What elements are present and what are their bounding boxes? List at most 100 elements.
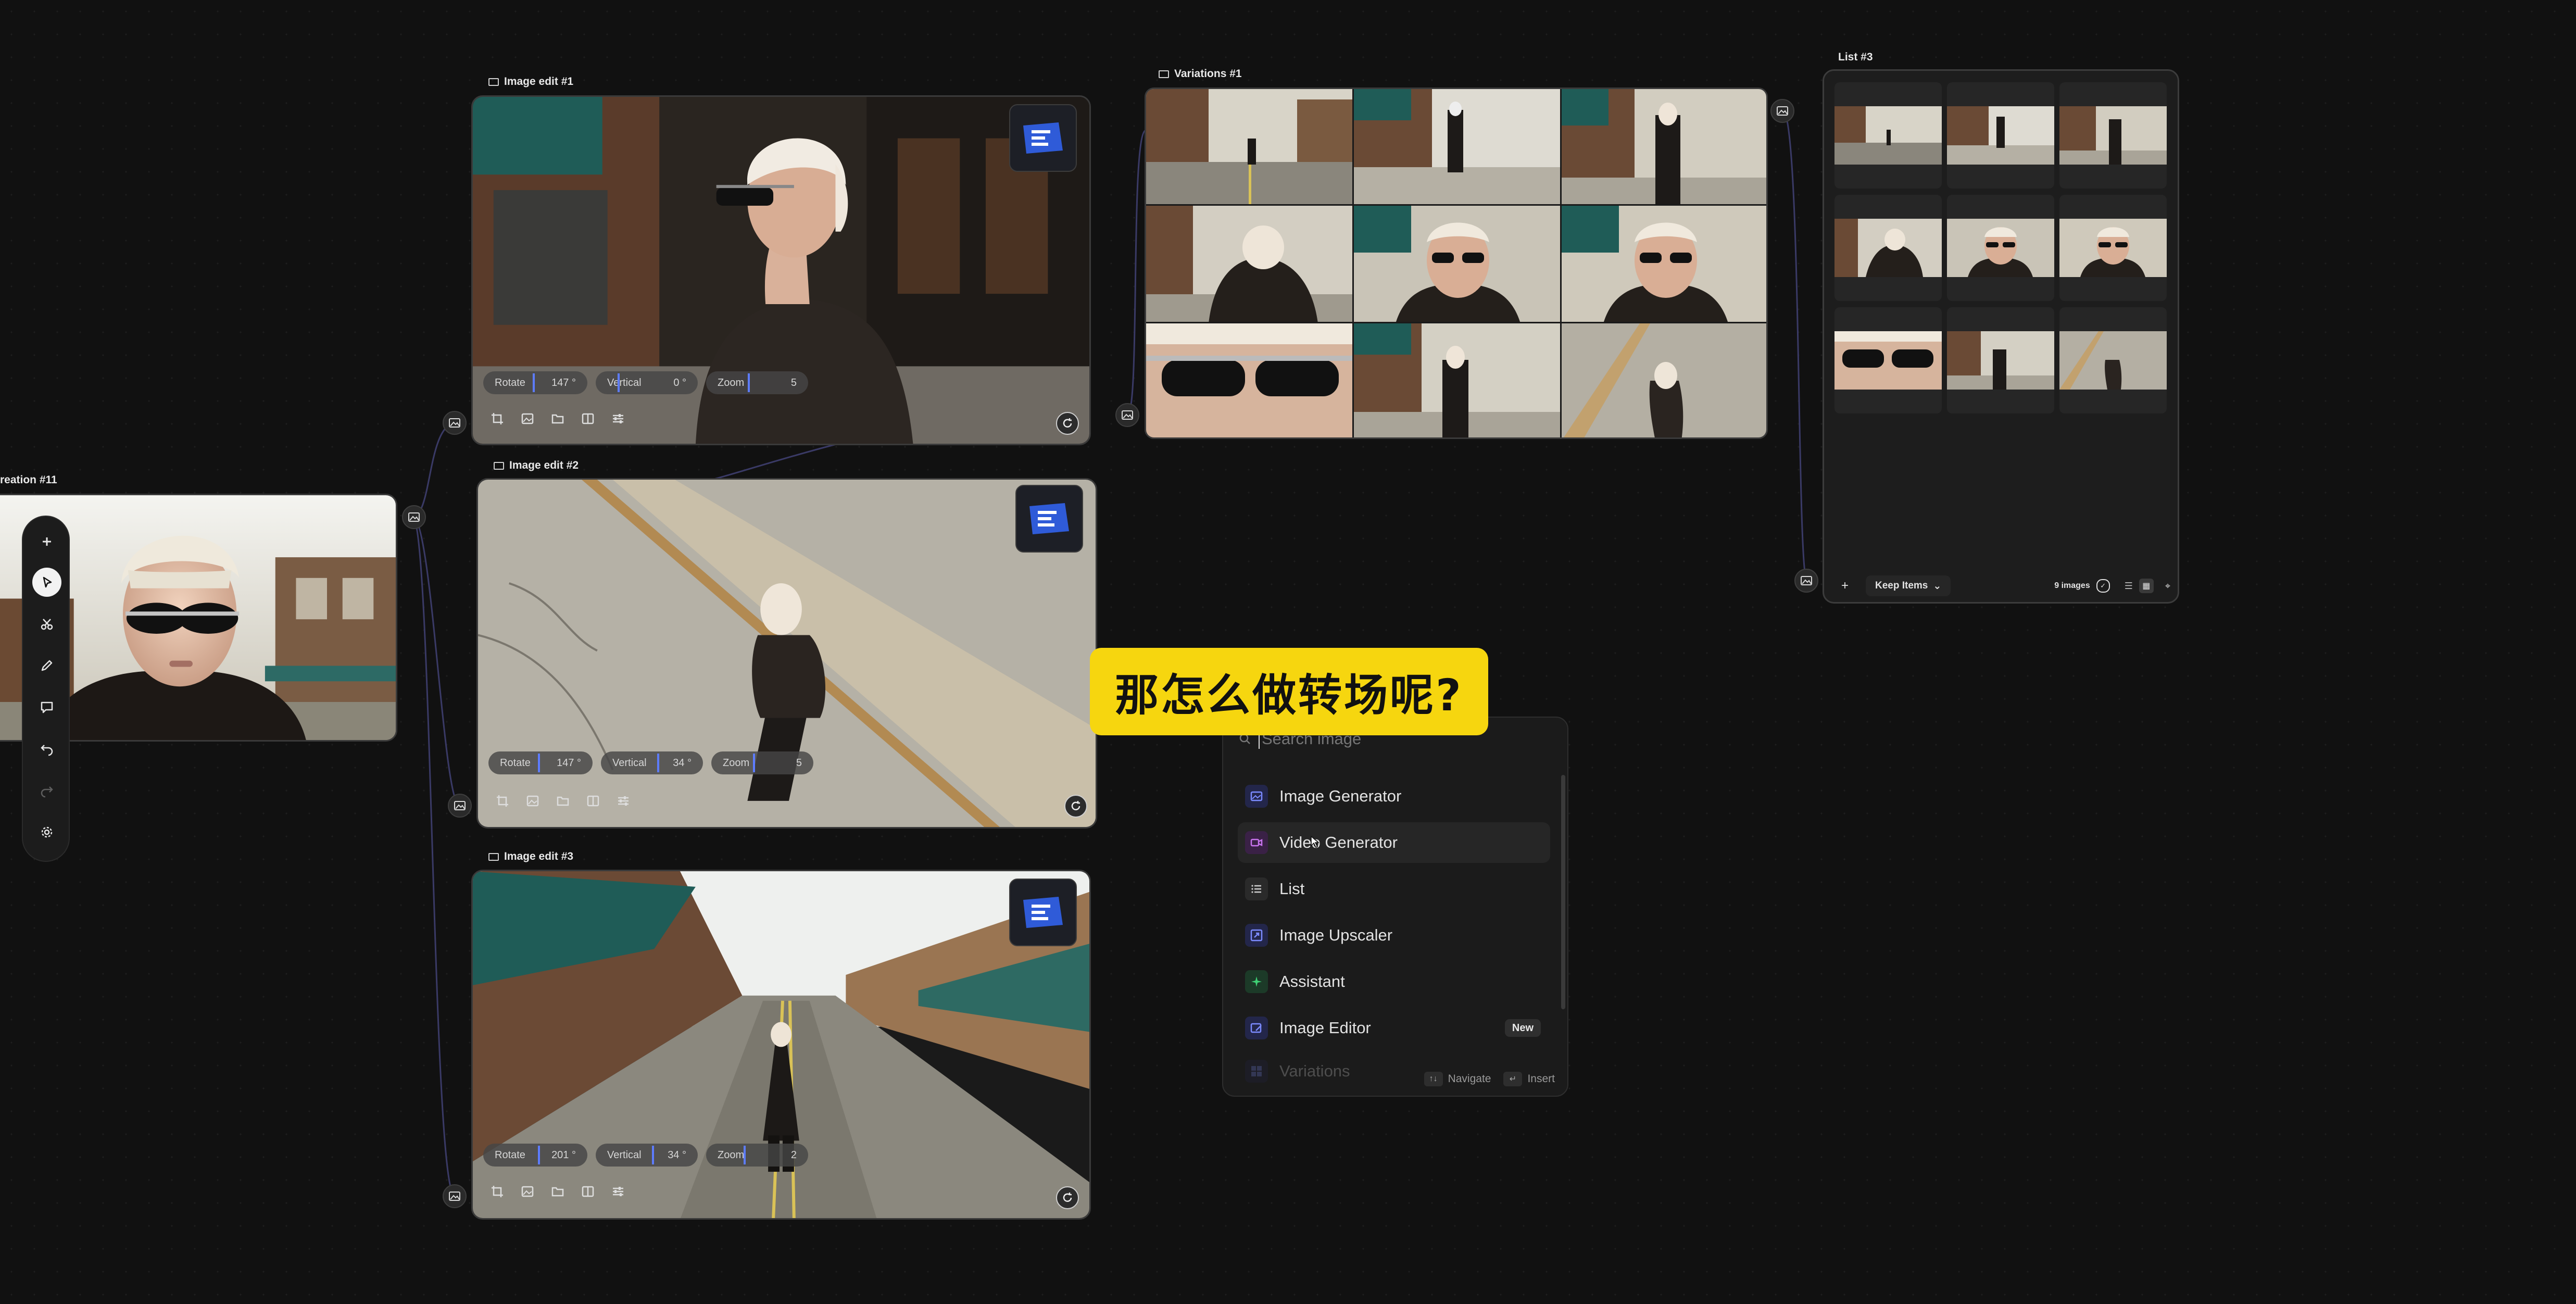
image-edit-2-card[interactable]: Rotate 147 ° Vertical 34 ° Zoom 5 — [476, 478, 1097, 829]
zoom-slider[interactable]: Zoom 2 — [706, 1144, 808, 1167]
zoom-slider[interactable]: Zoom 5 — [706, 371, 808, 394]
list-view-icon[interactable]: ☰ — [2125, 581, 2133, 592]
redo-button[interactable] — [32, 776, 61, 805]
select-tool-button[interactable] — [32, 568, 61, 597]
variation-cell[interactable] — [1562, 323, 1766, 437]
crop-button[interactable] — [494, 792, 511, 810]
rotate-slider[interactable]: Rotate 147 ° — [488, 751, 593, 774]
edit3-input-port[interactable] — [443, 1184, 467, 1208]
menu-scrollbar[interactable] — [1561, 775, 1565, 1009]
brand-logo — [1009, 879, 1077, 946]
crop-button[interactable] — [488, 410, 506, 428]
menu-item-list[interactable]: List — [1238, 869, 1550, 909]
menu-item-image-upscaler[interactable]: Image Upscaler — [1238, 915, 1550, 956]
folder-icon — [551, 1187, 564, 1197]
list-item[interactable] — [2059, 307, 2167, 413]
list-item[interactable] — [1947, 307, 2054, 413]
regenerate-button[interactable] — [1056, 412, 1079, 435]
variations-grid-card[interactable] — [1145, 87, 1768, 439]
list-node-card[interactable]: + Keep Items ⌄ 9 images ✓ ☰ ▦ ⌖ — [1823, 69, 2179, 604]
comment-tool-button[interactable] — [32, 693, 61, 722]
add-button[interactable] — [32, 527, 61, 556]
list-item[interactable] — [1947, 82, 2054, 189]
list-add-button[interactable]: + — [1834, 579, 1855, 593]
edit1-output-port[interactable] — [1115, 403, 1139, 427]
variation-cell[interactable] — [1354, 206, 1562, 323]
redo-icon — [41, 786, 53, 798]
edit1-input-port[interactable] — [443, 411, 467, 435]
vertical-slider[interactable]: Vertical 34 ° — [601, 751, 703, 774]
list-item[interactable] — [1834, 307, 1942, 413]
zoom-label: Zoom — [723, 757, 750, 769]
regenerate-button[interactable] — [1064, 795, 1087, 818]
rotate-slider[interactable]: Rotate 201 ° — [483, 1144, 587, 1167]
draw-tool-button[interactable] — [32, 651, 61, 680]
vertical-slider[interactable]: Vertical 34 ° — [596, 1144, 698, 1167]
variation-cell[interactable] — [1146, 89, 1354, 206]
compare-button[interactable] — [584, 792, 602, 810]
list-item[interactable] — [2059, 82, 2167, 189]
compare-button[interactable] — [579, 1183, 597, 1200]
crop-button[interactable] — [488, 1183, 506, 1200]
variation-cell[interactable] — [1354, 89, 1562, 206]
list-item[interactable] — [1834, 195, 1942, 301]
adjust-button[interactable] — [614, 792, 632, 810]
menu-item-label: List — [1279, 880, 1305, 898]
keep-items-dropdown[interactable]: Keep Items ⌄ — [1866, 575, 1951, 596]
image-button[interactable] — [524, 792, 542, 810]
folder-button[interactable] — [554, 792, 572, 810]
menu-item-assistant[interactable]: Assistant — [1238, 961, 1550, 1002]
rotate-slider[interactable]: Rotate 147 ° — [483, 371, 587, 394]
variation-cell[interactable] — [1562, 89, 1766, 206]
rotate-label: Rotate — [495, 377, 525, 388]
variation-cell[interactable] — [1146, 206, 1354, 323]
adjust-button[interactable] — [609, 410, 627, 428]
assistant-icon — [1245, 970, 1268, 993]
node-title-text: List #3 — [1838, 51, 1873, 63]
settings-button[interactable] — [32, 818, 61, 847]
list-input-port[interactable] — [1794, 569, 1818, 593]
variation-cell[interactable] — [1146, 323, 1354, 437]
list-item[interactable] — [2059, 195, 2167, 301]
sliders-icon — [613, 1187, 623, 1196]
menu-item-label: Variations — [1279, 1062, 1350, 1080]
menu-item-video-generator[interactable]: Video Generator — [1238, 822, 1550, 863]
node-title-text: reation #11 — [0, 474, 57, 486]
zoom-slider[interactable]: Zoom 5 — [711, 751, 813, 774]
folder-button[interactable] — [549, 410, 567, 428]
image-edit-1-card[interactable]: Rotate 147 ° Vertical 0 ° Zoom 5 — [471, 95, 1091, 445]
regenerate-button[interactable] — [1056, 1186, 1079, 1209]
rotate-value: 201 ° — [551, 1149, 576, 1161]
variations-output-port[interactable] — [1770, 99, 1794, 123]
variations-icon — [1159, 70, 1169, 78]
sliders-icon — [613, 414, 623, 423]
edit2-input-port[interactable] — [448, 794, 472, 818]
undo-button[interactable] — [32, 734, 61, 763]
arrow-keys-icon: ↑↓ — [1424, 1072, 1443, 1086]
vertical-slider[interactable]: Vertical 0 ° — [596, 371, 698, 394]
refresh-icon — [1063, 418, 1072, 428]
grid-view-icon[interactable]: ▦ — [2139, 579, 2154, 593]
compare-button[interactable] — [579, 410, 597, 428]
menu-item-label: Image Upscaler — [1279, 926, 1393, 944]
list-item[interactable] — [1947, 195, 2054, 301]
node-title-text: Image edit #2 — [509, 459, 579, 471]
variation-cell[interactable] — [1354, 323, 1562, 437]
folder-button[interactable] — [549, 1183, 567, 1200]
adjust-button[interactable] — [609, 1183, 627, 1200]
flag-logo-icon — [1029, 503, 1069, 534]
image-button[interactable] — [519, 410, 536, 428]
creation-output-port[interactable] — [402, 505, 426, 529]
split-view-icon — [587, 795, 599, 807]
target-icon[interactable]: ⌖ — [2165, 581, 2170, 592]
menu-item-image-editor[interactable]: Image Editor New — [1238, 1008, 1550, 1048]
image-edit-3-card[interactable]: Rotate 201 ° Vertical 34 ° Zoom 2 — [471, 870, 1091, 1220]
variation-cell[interactable] — [1562, 206, 1766, 323]
vertical-label: Vertical — [607, 377, 642, 388]
menu-item-image-generator[interactable]: Image Generator — [1238, 776, 1550, 817]
cut-tool-button[interactable] — [32, 609, 61, 638]
list-item[interactable] — [1834, 82, 1942, 189]
edit1-toolbar — [488, 410, 627, 428]
image-button[interactable] — [519, 1183, 536, 1200]
check-circle-icon[interactable]: ✓ — [2096, 579, 2110, 593]
